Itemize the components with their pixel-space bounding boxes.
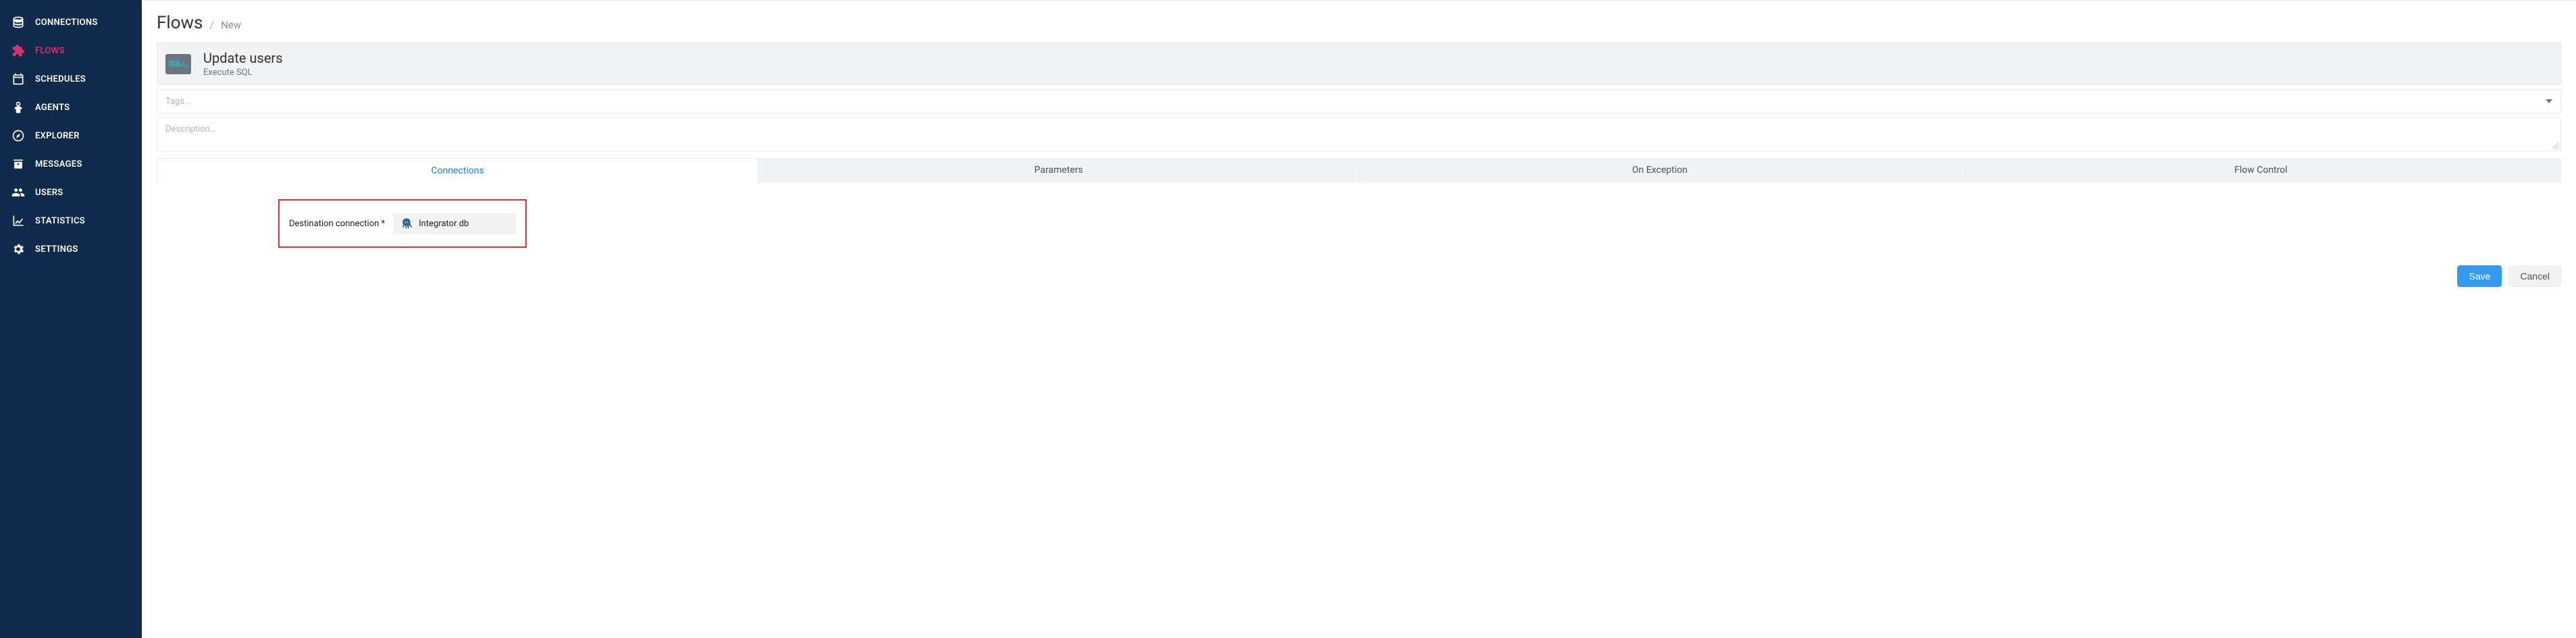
flow-subtitle: Execute SQL [203, 68, 283, 78]
cogs-icon [11, 242, 26, 256]
tab-flow-control[interactable]: Flow Control [1961, 158, 2561, 183]
postgres-icon [400, 217, 413, 230]
puzzle-icon [11, 44, 26, 57]
users-icon [11, 186, 26, 199]
destination-connection-label: Destination connection * [289, 219, 385, 229]
page-title: Flows [157, 13, 203, 33]
sidebar-item-schedules[interactable]: SCHEDULES [0, 65, 142, 93]
destination-connection-select[interactable]: Integrator db [393, 213, 516, 234]
resize-grip-icon[interactable] [2552, 142, 2559, 149]
sql-badge-icon: SQL>_ [165, 54, 191, 74]
sidebar-item-users[interactable]: USERS [0, 178, 142, 207]
sidebar-item-label: SETTINGS [35, 244, 78, 255]
tab-connections-content: Destination connection * Integrator db [157, 183, 2561, 255]
sidebar-item-label: EXPLORER [35, 131, 80, 141]
cancel-button[interactable]: Cancel [2508, 265, 2561, 287]
archive-icon [11, 157, 26, 171]
agent-icon [11, 101, 26, 114]
flow-header-panel: SQL>_ Update users Execute SQL [157, 43, 2561, 85]
tab-parameters[interactable]: Parameters [758, 158, 1359, 183]
sidebar-item-label: AGENTS [35, 103, 70, 113]
sidebar-item-explorer[interactable]: EXPLORER [0, 122, 142, 150]
compass-icon [11, 129, 26, 142]
tab-on-exception[interactable]: On Exception [1360, 158, 1961, 183]
description-input[interactable]: Description... [157, 117, 2561, 151]
calendar-icon [11, 72, 26, 86]
save-button[interactable]: Save [2457, 265, 2502, 287]
destination-connection-highlight: Destination connection * Integrator db [278, 199, 527, 248]
sidebar-item-label: FLOWS [35, 46, 65, 56]
sidebar-item-agents[interactable]: AGENTS [0, 93, 142, 122]
breadcrumb-current: New [221, 19, 241, 31]
sidebar-item-label: USERS [35, 188, 63, 198]
flow-title: Update users [203, 50, 283, 66]
breadcrumb-separator: / [209, 18, 214, 31]
sidebar-item-label: CONNECTIONS [35, 18, 98, 28]
database-icon [11, 16, 26, 29]
sidebar-item-label: SCHEDULES [35, 74, 86, 84]
sidebar-item-statistics[interactable]: STATISTICS [0, 207, 142, 235]
chart-icon [11, 214, 26, 228]
sidebar-item-label: MESSAGES [35, 159, 82, 169]
sidebar-item-messages[interactable]: MESSAGES [0, 150, 142, 178]
breadcrumb: Flows / New [157, 13, 2561, 33]
sidebar: CONNECTIONS FLOWS SCHEDULES AGENTS EXPLORER M… [0, 0, 142, 638]
sidebar-item-flows[interactable]: FLOWS [0, 36, 142, 65]
tags-input[interactable]: Tags... [157, 89, 2561, 113]
description-placeholder: Description... [165, 124, 217, 134]
sidebar-item-connections[interactable]: CONNECTIONS [0, 8, 142, 36]
main-content: Flows / New SQL>_ Update users Execute S… [142, 0, 2576, 638]
form-actions: Save Cancel [157, 265, 2561, 287]
sidebar-item-label: STATISTICS [35, 216, 85, 226]
destination-connection-value: Integrator db [419, 219, 469, 229]
tabs: ConnectionsParametersOn ExceptionFlow Co… [157, 158, 2561, 183]
tab-connections[interactable]: Connections [157, 158, 758, 183]
sidebar-item-settings[interactable]: SETTINGS [0, 235, 142, 263]
tags-placeholder: Tags... [165, 97, 191, 107]
